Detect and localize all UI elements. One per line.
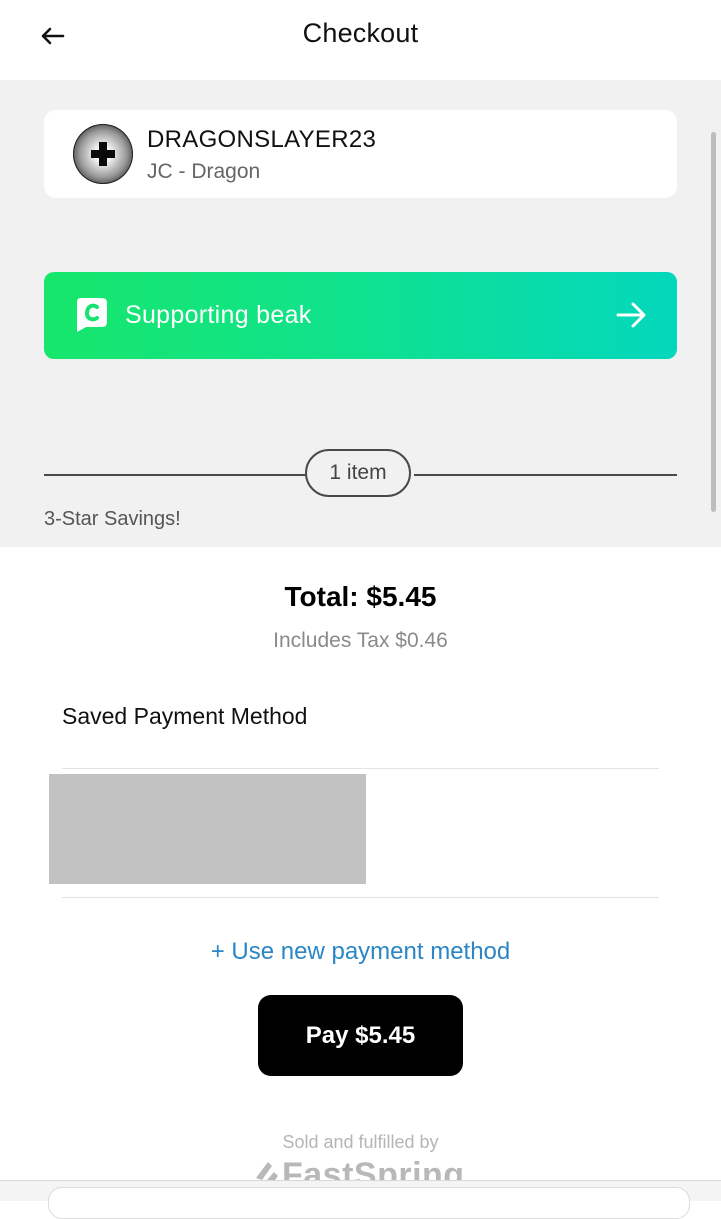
saved-payment-heading: Saved Payment Method — [62, 703, 308, 729]
creator-card: DRAGONSLAYER23 JC - Dragon — [44, 110, 677, 198]
savings-label: 3-Star Savings! — [44, 508, 181, 530]
creator-code-logo-icon — [77, 298, 107, 332]
page-title: Checkout — [302, 18, 419, 48]
pay-button[interactable]: Pay $5.45 — [258, 995, 463, 1076]
cross-icon — [91, 142, 115, 166]
tax-amount: Includes Tax $0.46 — [273, 629, 448, 652]
divider — [62, 768, 659, 769]
saved-payment-card[interactable] — [49, 774, 366, 884]
browser-bottom-bar — [0, 1180, 721, 1219]
arrow-right-icon — [616, 302, 646, 328]
scrollbar[interactable] — [711, 132, 716, 512]
item-count-badge[interactable]: 1 item — [305, 449, 411, 497]
checkout-summary-panel: DRAGONSLAYER23 JC - Dragon Supporting be… — [0, 80, 721, 547]
creator-subtitle: JC - Dragon — [147, 160, 261, 183]
header: Checkout — [0, 0, 721, 80]
avatar — [73, 124, 133, 184]
creator-name: DRAGONSLAYER23 — [147, 126, 377, 153]
divider — [62, 897, 659, 898]
address-bar[interactable] — [48, 1187, 690, 1219]
sold-by-label: Sold and fulfilled by — [282, 1132, 439, 1152]
supporting-label: Supporting beak — [125, 301, 312, 329]
total-amount: Total: $5.45 — [284, 581, 437, 612]
divider — [44, 474, 306, 476]
supporting-creator-banner[interactable]: Supporting beak — [44, 272, 677, 359]
divider — [414, 474, 677, 476]
use-new-payment-method-link[interactable]: + Use new payment method — [0, 938, 721, 966]
